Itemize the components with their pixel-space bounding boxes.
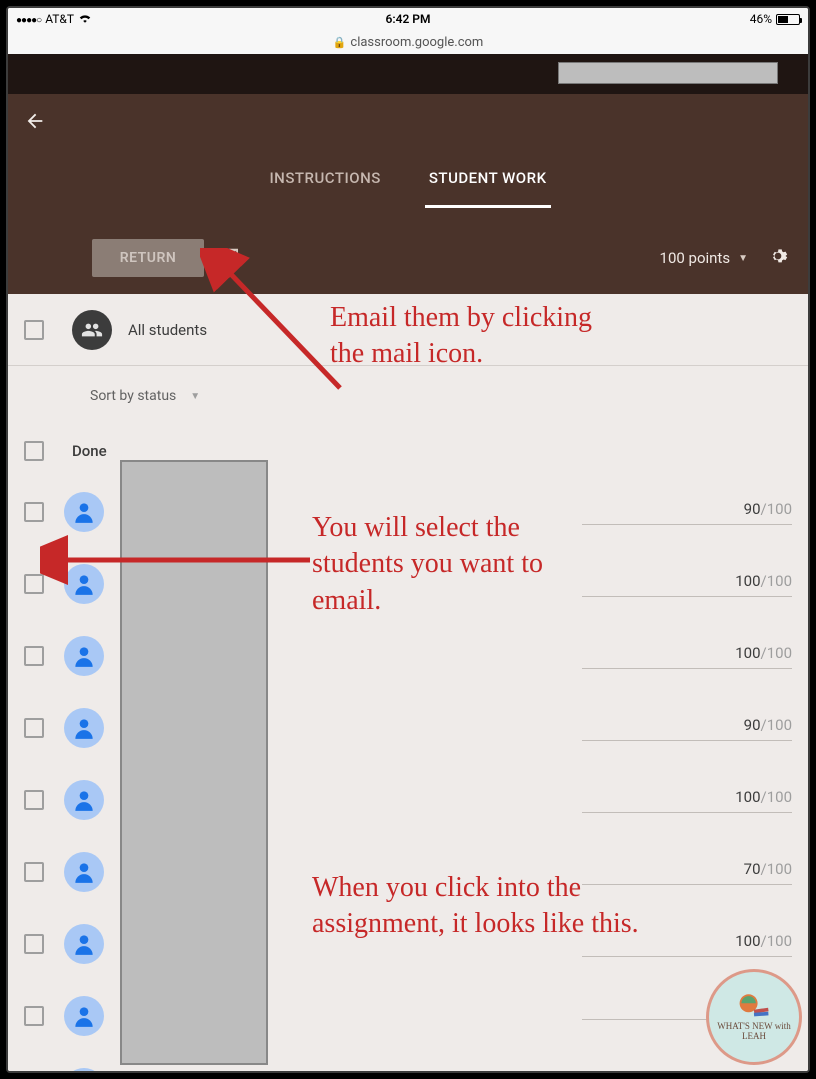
ios-statusbar: ●●●●○ AT&T 6:42 PM 46% xyxy=(8,8,808,30)
return-button[interactable]: RETURN xyxy=(92,239,204,277)
score-underline xyxy=(582,812,792,813)
carrier-label: AT&T xyxy=(45,12,74,26)
student-score: 100/100 xyxy=(582,788,792,806)
checkbox-all[interactable] xyxy=(24,320,44,340)
student-score: 70/100 xyxy=(582,860,792,878)
sort-selector[interactable]: Sort by status ▼ xyxy=(8,366,808,426)
student-score: 90/100 xyxy=(582,716,792,734)
points-selector[interactable]: 100 points ▼ xyxy=(660,249,748,267)
all-students-label: All students xyxy=(128,321,207,339)
checkbox-student[interactable] xyxy=(24,502,44,522)
app-header xyxy=(8,54,808,94)
score-underline xyxy=(582,740,792,741)
checkbox-student[interactable] xyxy=(24,718,44,738)
checkbox-student[interactable] xyxy=(24,790,44,810)
mail-icon[interactable] xyxy=(218,247,240,269)
score-underline xyxy=(582,524,792,525)
score-underline xyxy=(582,956,792,957)
lock-icon: 🔒 xyxy=(333,36,347,49)
checkbox-student[interactable] xyxy=(24,862,44,882)
tabs-row: INSTRUCTIONS STUDENT WORK xyxy=(8,154,808,222)
student-score: 90/100 xyxy=(582,500,792,518)
tab-instructions[interactable]: INSTRUCTIONS xyxy=(265,169,384,208)
action-row: RETURN 100 points ▼ xyxy=(8,222,808,294)
avatar-icon xyxy=(64,996,104,1036)
done-label: Done xyxy=(72,442,107,460)
chevron-down-icon: ▼ xyxy=(190,391,200,402)
logo-badge: WHAT'S NEW with LEAH xyxy=(706,969,802,1065)
back-arrow-icon[interactable] xyxy=(24,110,46,138)
url-label: classroom.google.com xyxy=(350,35,483,50)
redaction-block xyxy=(558,62,778,84)
redaction-block xyxy=(120,460,268,1065)
student-score: 100/100 xyxy=(582,644,792,662)
sort-label: Sort by status xyxy=(90,388,176,404)
browser-urlbar[interactable]: 🔒 classroom.google.com xyxy=(8,30,808,54)
avatar-icon xyxy=(64,636,104,676)
avatar-icon xyxy=(64,564,104,604)
gear-icon[interactable] xyxy=(768,246,788,271)
checkbox-student[interactable] xyxy=(24,934,44,954)
avatar-icon xyxy=(64,852,104,892)
student-score: 100/100 xyxy=(582,932,792,950)
score-underline xyxy=(582,596,792,597)
avatar-icon xyxy=(64,492,104,532)
avatar-icon xyxy=(64,780,104,820)
logo-text: WHAT'S NEW with LEAH xyxy=(717,1021,790,1041)
chevron-down-icon: ▼ xyxy=(738,253,748,264)
checkbox-student[interactable] xyxy=(24,646,44,666)
people-icon xyxy=(72,310,112,350)
clock-label: 6:42 PM xyxy=(385,8,430,30)
avatar-icon xyxy=(64,924,104,964)
score-underline xyxy=(582,668,792,669)
back-row xyxy=(8,94,808,154)
checkbox-student[interactable] xyxy=(24,574,44,594)
checkbox-section[interactable] xyxy=(24,441,44,461)
checkbox-student[interactable] xyxy=(24,1006,44,1026)
battery-icon xyxy=(776,14,800,25)
avatar-icon xyxy=(64,1068,104,1073)
avatar-icon xyxy=(64,708,104,748)
battery-pct-label: 46% xyxy=(750,12,772,26)
all-students-row[interactable]: All students xyxy=(8,294,808,366)
wifi-icon xyxy=(78,12,92,26)
tab-student-work[interactable]: STUDENT WORK xyxy=(425,169,551,208)
signal-dots-icon: ●●●●○ xyxy=(16,12,41,26)
score-underline xyxy=(582,884,792,885)
points-label: 100 points xyxy=(660,249,731,267)
student-score: 100/100 xyxy=(582,572,792,590)
